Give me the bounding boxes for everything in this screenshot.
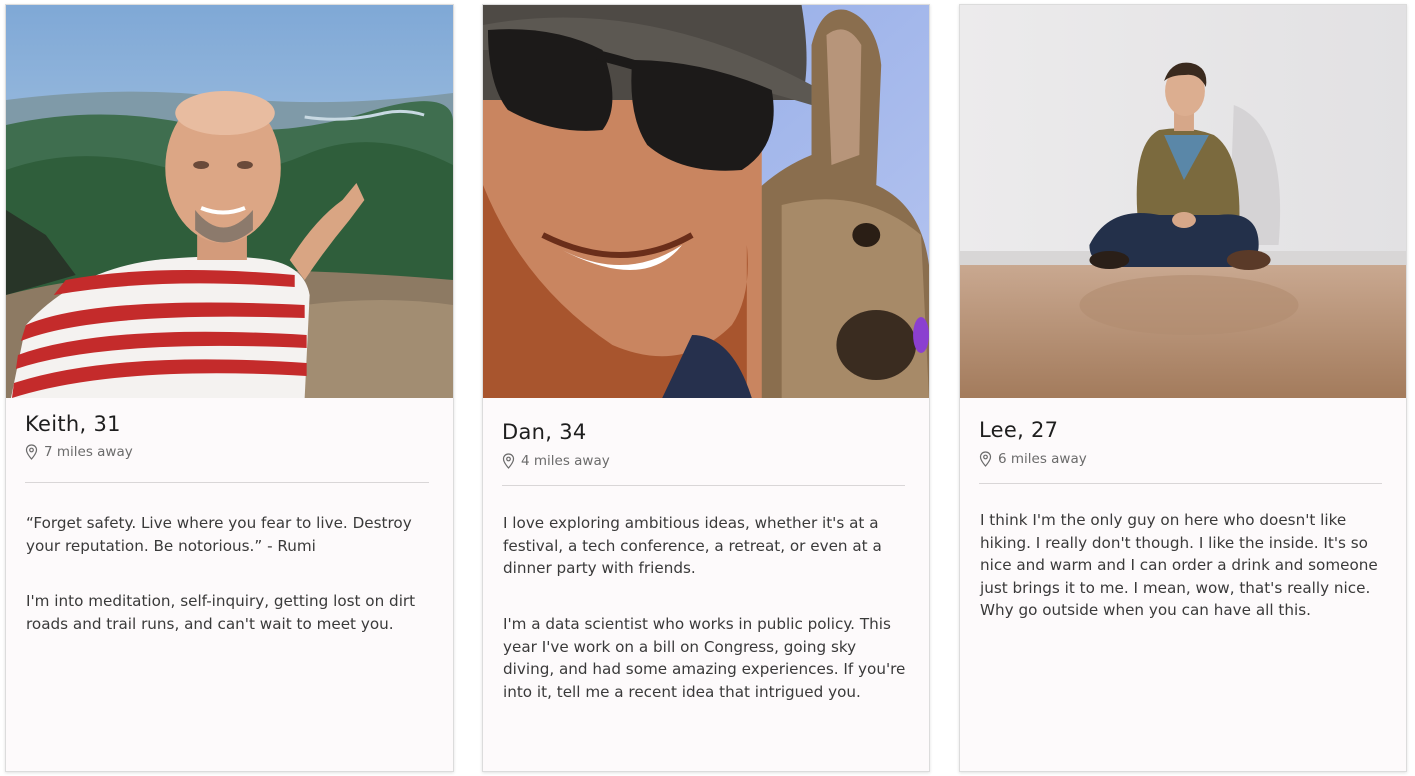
bio-paragraph: I think I'm the only guy on here who doe… — [980, 511, 1378, 619]
profile-distance: 7 miles away — [25, 444, 133, 460]
bio-paragraph: I'm into meditation, self-inquiry, getti… — [26, 592, 416, 633]
bio-paragraph: “Forget safety. Live where you fear to l… — [26, 514, 412, 555]
profile-card-lee[interactable]: Lee, 27 6 miles away I think I'm the onl… — [959, 4, 1407, 772]
bio-paragraph: I love exploring ambitious ideas, whethe… — [503, 514, 882, 577]
profile-card-keith[interactable]: Keith, 31 7 miles away “Forget safety. L… — [5, 4, 454, 772]
divider — [502, 485, 905, 486]
distance-text: 4 miles away — [521, 453, 610, 469]
location-pin-icon — [25, 444, 38, 460]
profile-distance: 6 miles away — [979, 451, 1087, 467]
profile-distance: 4 miles away — [502, 453, 610, 469]
profile-photo[interactable] — [960, 5, 1406, 398]
distance-text: 6 miles away — [998, 451, 1087, 467]
profile-photo[interactable] — [483, 5, 929, 398]
profile-photo[interactable] — [6, 5, 453, 398]
bio-paragraph: I'm a data scientist who works in public… — [503, 615, 906, 701]
divider — [979, 483, 1382, 484]
profile-name-age: Dan, 34 — [502, 420, 587, 444]
profile-card-dan[interactable]: Dan, 34 4 miles away I love exploring am… — [482, 4, 930, 772]
divider — [25, 482, 429, 483]
profile-name-age: Keith, 31 — [25, 412, 121, 436]
distance-text: 7 miles away — [44, 444, 133, 460]
profile-name-age: Lee, 27 — [979, 418, 1059, 442]
location-pin-icon — [502, 453, 515, 469]
location-pin-icon — [979, 451, 992, 467]
